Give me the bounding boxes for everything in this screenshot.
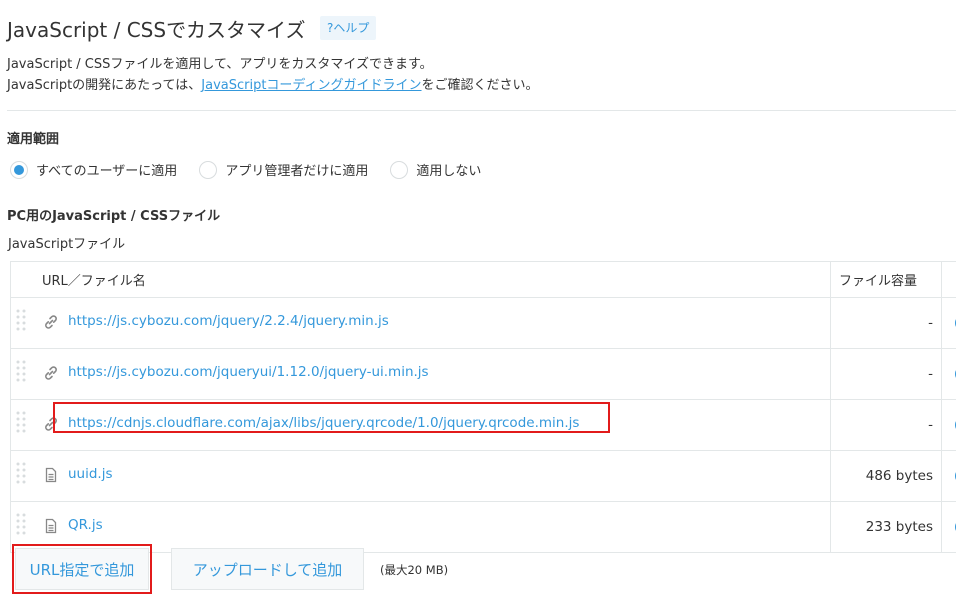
table-row: uuid.js 486 bytes (10, 450, 956, 502)
action-cell (941, 399, 956, 451)
table-row: https://js.cybozu.com/jqueryui/1.12.0/jq… (10, 348, 956, 400)
radio-all-users[interactable]: すべてのユーザーに適用 (10, 160, 177, 179)
pc-files-title: PC用のJavaScript / CSSファイル (7, 209, 221, 224)
help-link[interactable]: ?ヘルプ (320, 16, 377, 40)
radio-button-selected[interactable] (10, 160, 28, 179)
action-cell (941, 450, 956, 502)
drag-handle-icon[interactable] (14, 410, 28, 438)
add-by-url-button[interactable]: URL指定で追加 (15, 548, 149, 590)
drag-handle-icon[interactable] (14, 308, 28, 336)
file-url[interactable]: https://js.cybozu.com/jquery/2.2.4/jquer… (68, 313, 389, 329)
max-size-note: (最大20 MB) (380, 563, 449, 577)
file-cell: https://js.cybozu.com/jqueryui/1.12.0/jq… (10, 348, 831, 400)
drag-handle-icon[interactable] (14, 359, 28, 387)
table-row: https://cdnjs.cloudflare.com/ajax/libs/j… (10, 399, 956, 451)
scope-title: 適用範囲 (7, 132, 60, 147)
radio-label: 適用しない (416, 164, 482, 179)
radio-admins-only[interactable]: アプリ管理者だけに適用 (199, 160, 368, 179)
file-url[interactable]: https://js.cybozu.com/jqueryui/1.12.0/jq… (68, 364, 429, 380)
radio-button[interactable] (199, 160, 218, 179)
radio-dot (14, 164, 24, 175)
column-header-size: ファイル容量 (830, 261, 942, 298)
column-header-actions (941, 261, 956, 298)
table-row: QR.js 233 bytes (10, 501, 956, 553)
radio-button[interactable] (390, 160, 409, 179)
link-icon (45, 366, 57, 380)
file-icon (45, 518, 57, 534)
action-cell (941, 501, 956, 553)
description-line-1: JavaScript / CSSファイルを適用して、アプリをカスタマイズできます… (7, 57, 433, 72)
upload-and-add-button[interactable]: アップロードして追加 (171, 548, 364, 590)
file-name[interactable]: uuid.js (68, 466, 113, 482)
description-prefix: JavaScriptの開発にあたっては、 (7, 78, 202, 93)
file-size: 486 bytes (830, 450, 942, 502)
action-cell (941, 348, 956, 400)
file-size: - (830, 399, 942, 451)
file-cell: https://js.cybozu.com/jquery/2.2.4/jquer… (10, 297, 831, 349)
link-icon (45, 417, 57, 431)
js-files-label: JavaScriptファイル (8, 237, 126, 252)
file-url[interactable]: https://cdnjs.cloudflare.com/ajax/libs/j… (68, 415, 579, 431)
table-row: https://js.cybozu.com/jquery/2.2.4/jquer… (10, 297, 956, 349)
drag-handle-icon[interactable] (14, 512, 28, 540)
js-files-table: URL／ファイル名 ファイル容量 https://js.cybozu.com/j… (10, 261, 956, 553)
description-suffix: をご確認ください。 (421, 78, 539, 93)
file-cell: QR.js (10, 501, 831, 553)
link-icon (45, 315, 57, 329)
action-cell (941, 297, 956, 349)
scope-radio-group: すべてのユーザーに適用 アプリ管理者だけに適用 適用しない (10, 160, 503, 179)
file-name[interactable]: QR.js (68, 517, 103, 533)
file-cell: https://cdnjs.cloudflare.com/ajax/libs/j… (10, 399, 831, 451)
radio-label: アプリ管理者だけに適用 (225, 164, 369, 179)
file-icon (45, 467, 57, 483)
radio-label: すべてのユーザーに適用 (36, 164, 178, 179)
radio-not-applied[interactable]: 適用しない (390, 160, 481, 179)
page-title: JavaScript / CSSでカスタマイズ (7, 18, 306, 42)
coding-guideline-link[interactable]: JavaScriptコーディングガイドライン (201, 78, 421, 93)
divider (7, 110, 956, 111)
file-cell: uuid.js (10, 450, 831, 502)
column-header-url: URL／ファイル名 (10, 261, 831, 298)
table-header-row: URL／ファイル名 ファイル容量 (10, 261, 956, 298)
description-line-2: JavaScriptの開発にあたっては、JavaScriptコーディングガイドラ… (7, 74, 539, 93)
drag-handle-icon[interactable] (14, 461, 28, 489)
file-size: - (830, 297, 942, 349)
file-size: - (830, 348, 942, 400)
file-size: 233 bytes (830, 501, 942, 553)
